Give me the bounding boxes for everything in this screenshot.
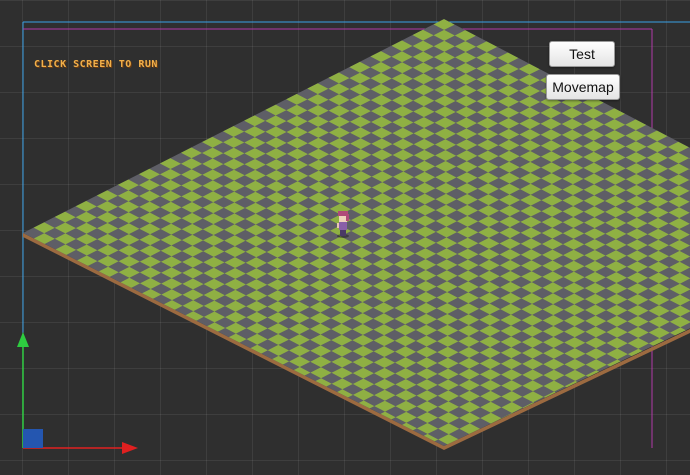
click-to-run-message: CLICK SCREEN TO RUN	[34, 59, 158, 70]
origin-square-icon[interactable]	[23, 429, 43, 448]
axis-gizmo	[17, 332, 138, 454]
character-body	[339, 222, 347, 230]
game-viewport[interactable]: CLICK SCREEN TO RUN Test Movemap	[0, 0, 690, 475]
character-hair-side	[346, 214, 349, 221]
character-arm	[337, 223, 339, 228]
game-scene[interactable]	[0, 0, 690, 475]
test-button[interactable]: Test	[549, 41, 615, 67]
character-legs	[340, 229, 346, 236]
movemap-button[interactable]: Movemap	[546, 74, 620, 100]
x-axis-arrow-icon	[122, 442, 138, 454]
y-axis-arrow-icon	[17, 332, 29, 347]
